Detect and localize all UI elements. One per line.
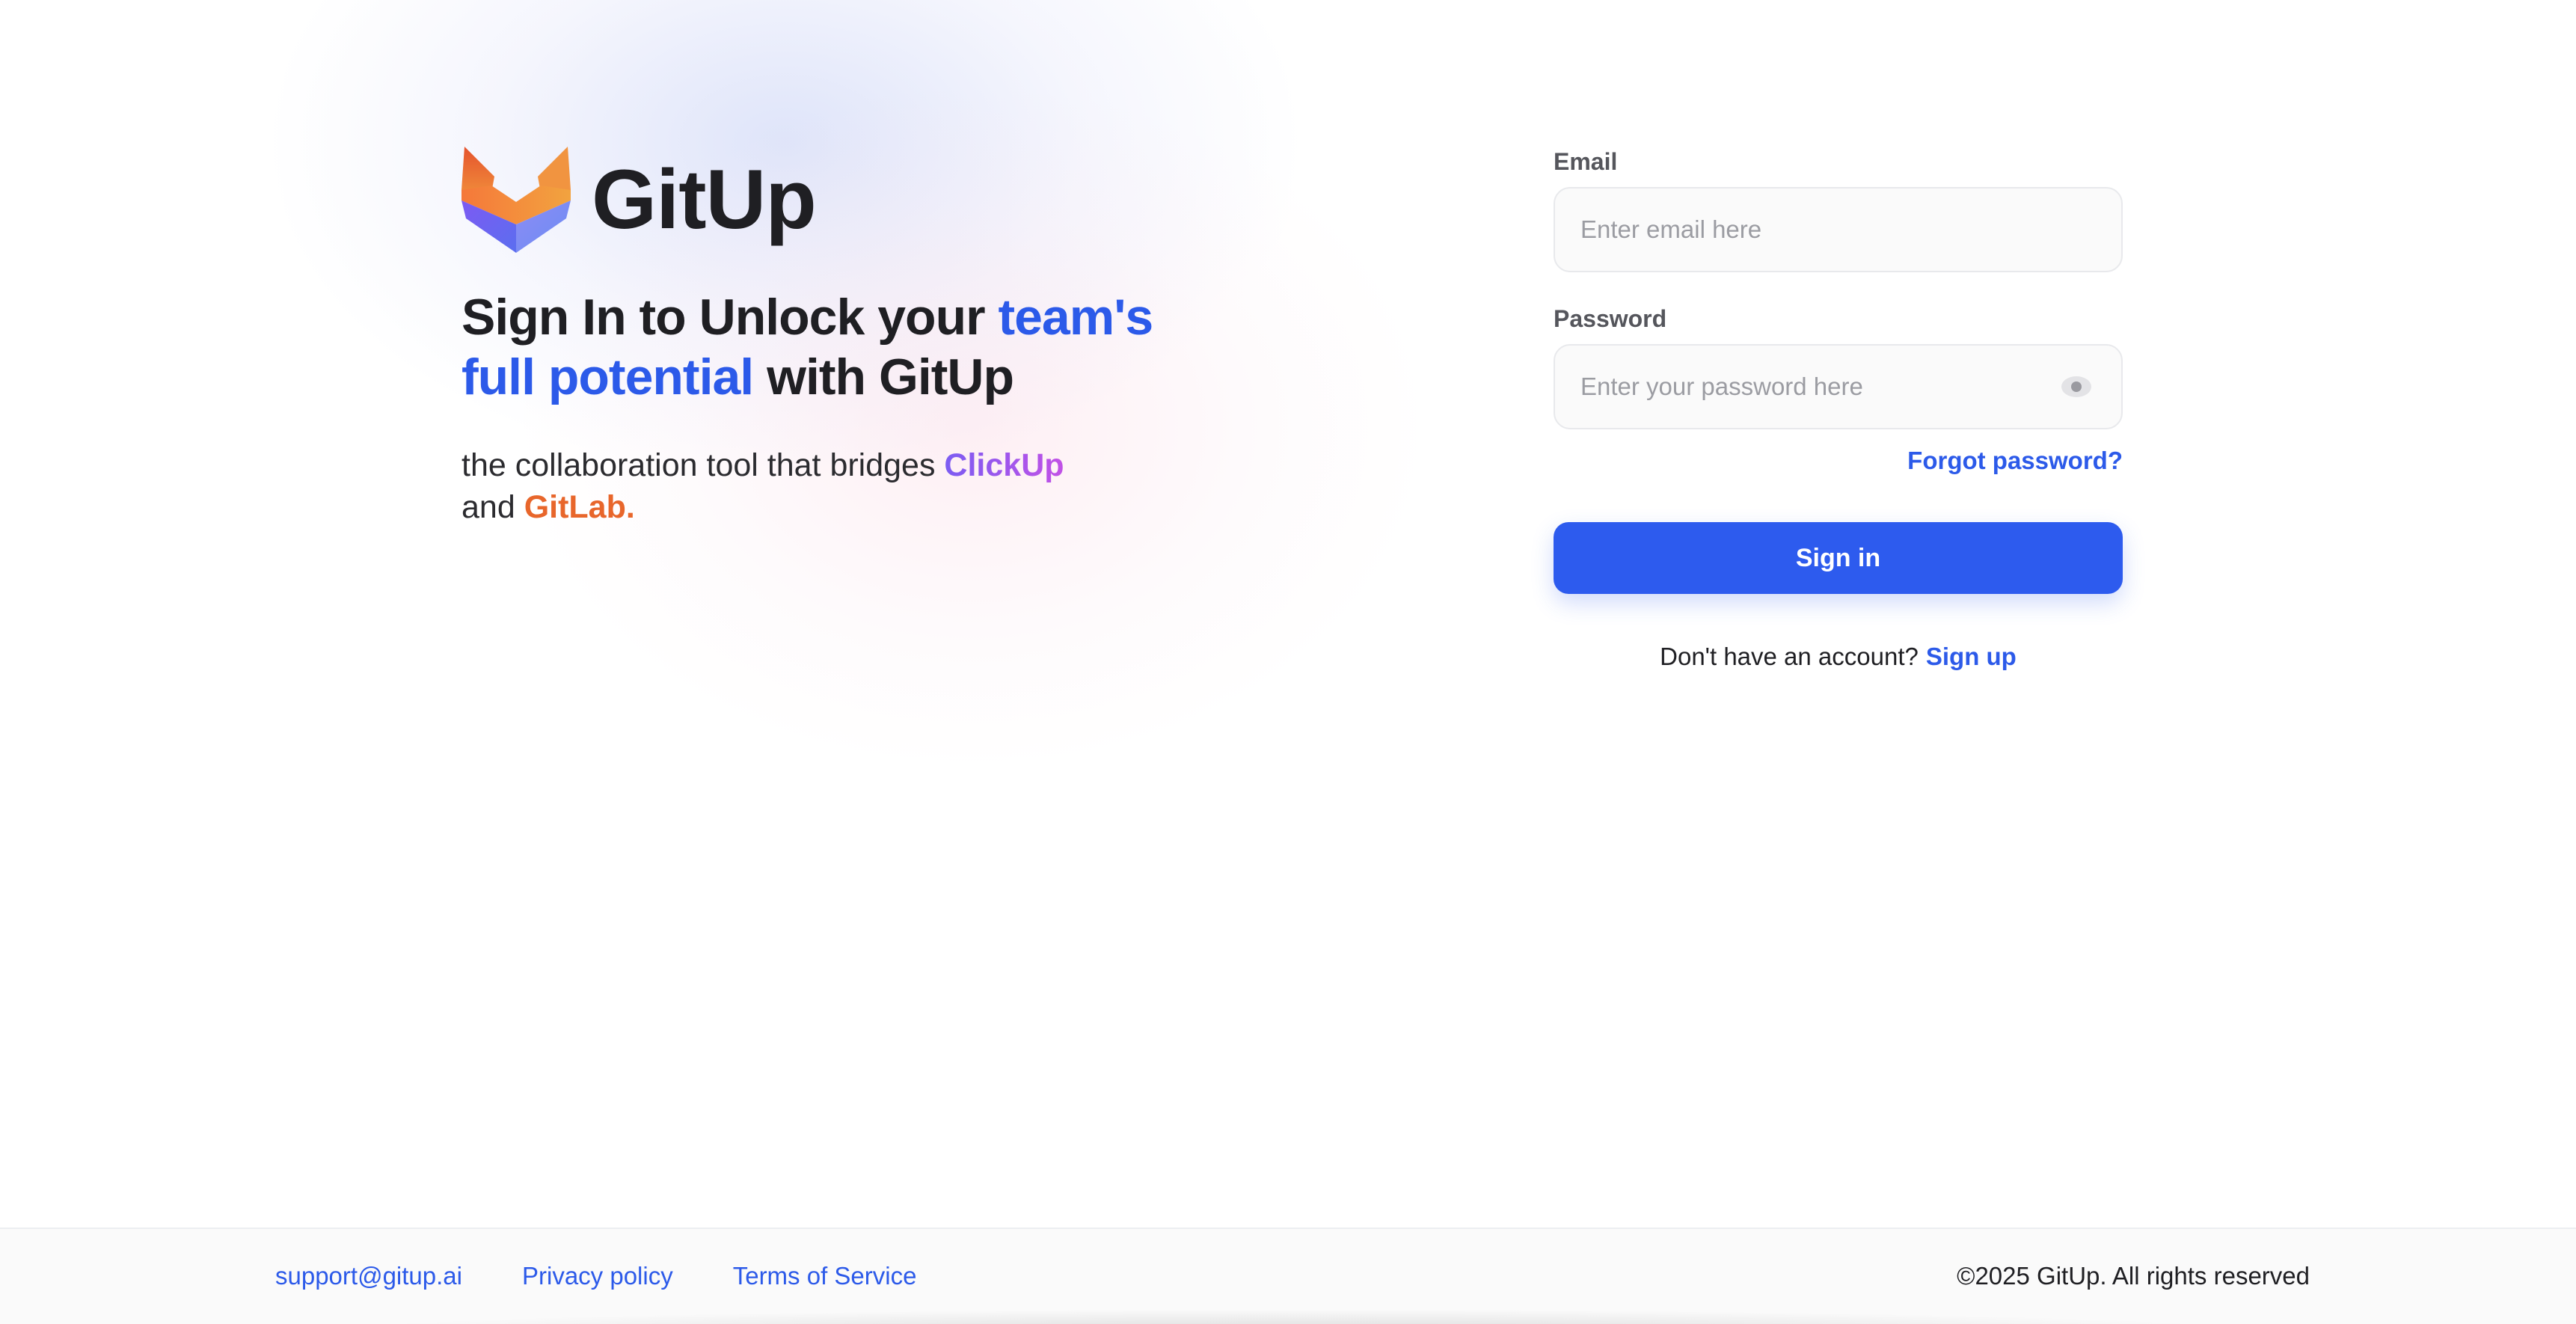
- tagline: the collaboration tool that bridges Clic…: [461, 444, 1135, 528]
- sign-up-link[interactable]: Sign up: [1926, 643, 2017, 670]
- tagline-part-2: and: [461, 489, 524, 525]
- headline-part-2: with GitUp: [753, 349, 1014, 405]
- brand: GitUp: [461, 147, 1284, 253]
- password-field-wrapper: [1554, 344, 2123, 429]
- signin-form: Email Password Forgot password? Sign in …: [1554, 147, 2123, 675]
- no-account-text: Don't have an account?: [1660, 643, 1919, 670]
- footer: support@gitup.ai Privacy policy Terms of…: [0, 1228, 2576, 1324]
- brand-name: GitUp: [592, 153, 817, 246]
- tagline-part-1: the collaboration tool that bridges: [461, 447, 945, 483]
- password-label: Password: [1554, 305, 1667, 332]
- support-email-link[interactable]: support@gitup.ai: [275, 1262, 462, 1290]
- headline-part-1: Sign In to Unlock your: [461, 289, 999, 346]
- hero-section: GitUp Sign In to Unlock your team's full…: [461, 147, 1284, 528]
- tagline-gitlab: GitLab.: [524, 489, 635, 525]
- email-label: Email: [1554, 148, 1618, 175]
- footer-links: support@gitup.ai Privacy policy Terms of…: [275, 1229, 976, 1323]
- eye-icon[interactable]: [2061, 373, 2091, 400]
- email-field-wrapper: [1554, 187, 2123, 272]
- login-page: GitUp Sign In to Unlock your team's full…: [0, 0, 2576, 1324]
- email-input[interactable]: [1555, 189, 2121, 271]
- terms-of-service-link[interactable]: Terms of Service: [733, 1262, 917, 1290]
- tagline-clickup: ClickUp: [944, 447, 1064, 483]
- gitup-fox-logo-icon: [461, 147, 571, 253]
- privacy-policy-link[interactable]: Privacy policy: [522, 1262, 673, 1290]
- signup-prompt: Don't have an account? Sign up: [1554, 639, 2123, 675]
- sign-in-button[interactable]: Sign in: [1554, 522, 2123, 594]
- page-headline: Sign In to Unlock your team's full poten…: [461, 287, 1209, 407]
- forgot-password-link[interactable]: Forgot password?: [1554, 443, 2123, 479]
- copyright-text: ©2025 GitUp. All rights reserved: [1957, 1261, 2310, 1290]
- password-input[interactable]: [1555, 346, 2121, 428]
